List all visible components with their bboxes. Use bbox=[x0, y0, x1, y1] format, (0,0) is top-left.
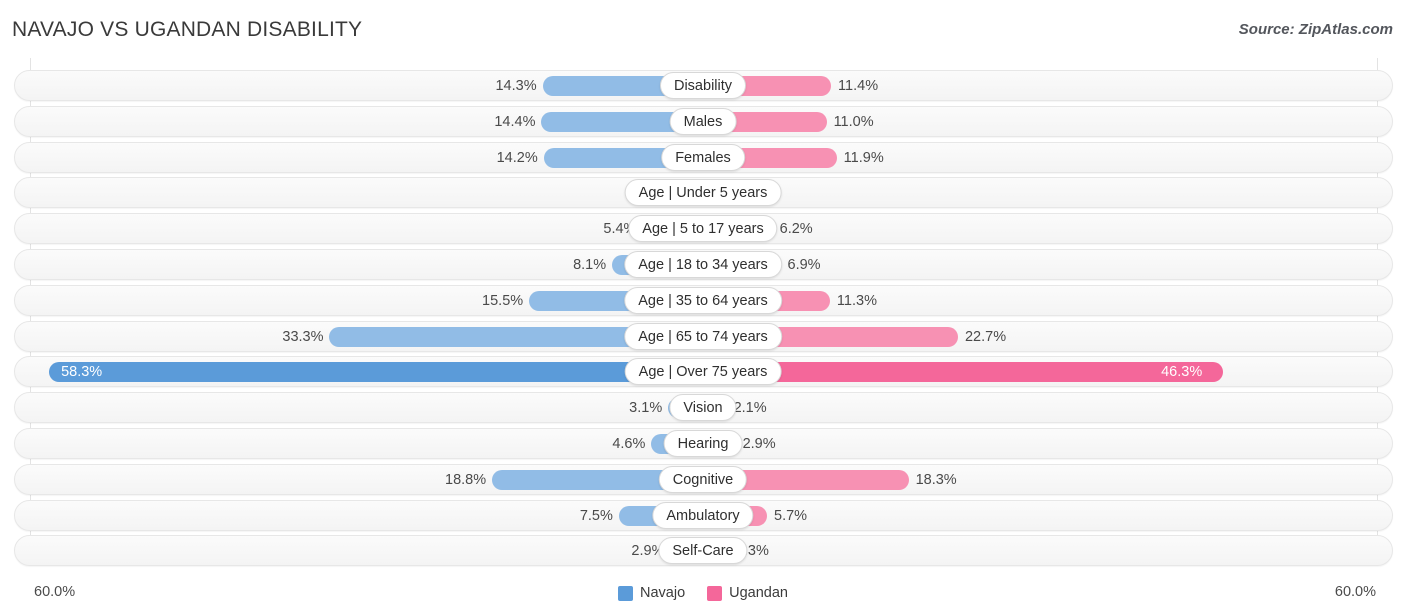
chart-footer: 60.0% 60.0% Navajo Ugandan bbox=[0, 578, 1406, 612]
chart-row[interactable]: 15.5% 11.3% Age | 35 to 64 years bbox=[0, 283, 1406, 319]
chart-header: NAVAJO VS UGANDAN DISABILITY Source: Zip… bbox=[0, 0, 1406, 58]
value-label-navajo: 14.3% bbox=[495, 78, 537, 94]
value-label-ugandan: 11.3% bbox=[836, 292, 877, 309]
category-label[interactable]: Disability bbox=[659, 72, 747, 99]
chart-row[interactable]: 14.3% 11.4% Disability bbox=[0, 68, 1406, 104]
chart-row[interactable]: 4.6% 2.9% Hearing bbox=[0, 426, 1406, 462]
chart-row[interactable]: 33.3% 22.7% Age | 65 to 74 years bbox=[0, 319, 1406, 355]
chart-row[interactable]: 18.8% 18.3% Cognitive bbox=[0, 462, 1406, 498]
legend-swatch-icon bbox=[707, 585, 723, 601]
category-label[interactable]: Age | 5 to 17 years bbox=[628, 215, 778, 243]
chart-row[interactable]: 8.1% 6.9% Age | 18 to 34 years bbox=[0, 247, 1406, 283]
value-label-ugandan: 46.3% bbox=[1161, 364, 1203, 381]
category-label[interactable]: Age | 35 to 64 years bbox=[624, 286, 782, 314]
value-label-navajo: 8.1% bbox=[573, 256, 607, 273]
chart-legend: Navajo Ugandan bbox=[618, 585, 788, 601]
value-label-ugandan: 6.2% bbox=[779, 221, 813, 238]
bar-navajo[interactable] bbox=[49, 362, 703, 383]
category-label[interactable]: Self-Care bbox=[658, 537, 748, 565]
value-label-ugandan: 6.9% bbox=[787, 256, 821, 273]
category-label[interactable]: Vision bbox=[669, 394, 737, 422]
value-label-ugandan: 5.7% bbox=[774, 507, 808, 524]
value-label-navajo: 3.1% bbox=[629, 400, 663, 417]
value-label-navajo: 58.3% bbox=[61, 364, 103, 381]
chart-row[interactable]: 7.5% 5.7% Ambulatory bbox=[0, 498, 1406, 534]
axis-label-right: 60.0% bbox=[1334, 584, 1376, 600]
value-label-ugandan: 11.4% bbox=[838, 78, 879, 94]
category-label[interactable]: Ambulatory bbox=[652, 501, 754, 529]
value-label-navajo: 15.5% bbox=[482, 292, 524, 309]
legend-swatch-icon bbox=[618, 585, 633, 601]
legend-item[interactable]: Navajo bbox=[618, 585, 685, 601]
value-label-ugandan: 11.0% bbox=[833, 113, 874, 130]
category-label[interactable]: Cognitive bbox=[658, 465, 748, 493]
chart-row[interactable]: 14.2% 11.9% Females bbox=[0, 140, 1406, 176]
category-label[interactable]: Hearing bbox=[663, 429, 743, 457]
chart-row[interactable]: 5.4% 6.2% Age | 5 to 17 years bbox=[0, 211, 1406, 247]
value-label-ugandan: 2.9% bbox=[742, 435, 776, 452]
category-label[interactable]: Age | 18 to 34 years bbox=[624, 250, 782, 278]
chart-row[interactable]: 14.4% 11.0% Males bbox=[0, 104, 1406, 140]
legend-label: Ugandan bbox=[729, 585, 788, 601]
category-label[interactable]: Males bbox=[669, 107, 737, 135]
chart-rows: 14.3% 11.4% Disability 14.4% 11.0% Males 14.2%… bbox=[0, 68, 1406, 569]
legend-item[interactable]: Ugandan bbox=[707, 585, 788, 601]
value-label-navajo: 18.8% bbox=[445, 471, 487, 488]
category-label[interactable]: Age | Under 5 years bbox=[624, 179, 782, 207]
category-label[interactable]: Age | Over 75 years bbox=[624, 358, 782, 386]
legend-label: Navajo bbox=[640, 585, 686, 601]
value-label-ugandan: 22.7% bbox=[964, 328, 1007, 345]
page-title: NAVAJO VS UGANDAN DISABILITY bbox=[12, 18, 363, 41]
value-label-navajo: 14.4% bbox=[494, 113, 536, 130]
source-label: Source: ZipAtlas.com bbox=[1238, 21, 1393, 38]
value-label-navajo: 7.5% bbox=[579, 507, 613, 524]
value-label-ugandan: 2.1% bbox=[733, 400, 767, 417]
chart-row[interactable]: 1.6%1.1%Age | Under 5 years bbox=[0, 175, 1406, 211]
chart-row[interactable]: 2.9% 2.3% Self-Care bbox=[0, 533, 1406, 569]
value-label-ugandan: 11.9% bbox=[843, 149, 884, 166]
category-label[interactable]: Females bbox=[661, 143, 745, 171]
chart-row[interactable]: 58.3% 46.3% Age | Over 75 years bbox=[0, 354, 1406, 390]
axis-label-left: 60.0% bbox=[34, 584, 76, 600]
value-label-navajo: 33.3% bbox=[282, 328, 324, 345]
category-label[interactable]: Age | 65 to 74 years bbox=[624, 322, 782, 350]
chart-row[interactable]: 3.1% 2.1% Vision bbox=[0, 390, 1406, 426]
value-label-ugandan: 18.3% bbox=[915, 471, 957, 488]
diverging-bar-chart: 14.3% 11.4% Disability 14.4% 11.0% Males 14.2%… bbox=[0, 58, 1406, 578]
value-label-navajo: 4.6% bbox=[612, 435, 646, 452]
value-label-navajo: 14.2% bbox=[496, 149, 538, 166]
